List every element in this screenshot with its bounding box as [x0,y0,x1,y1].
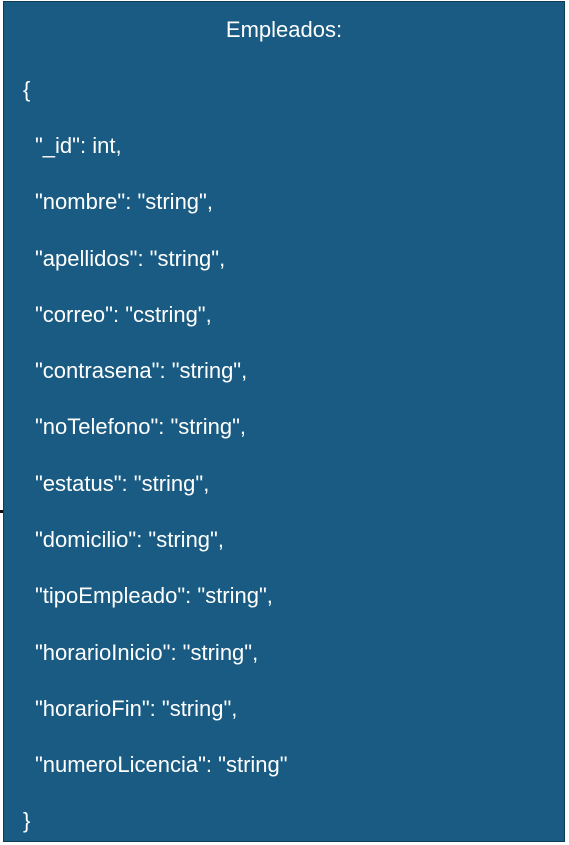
field-estatus: "estatus": "string", [35,471,210,496]
field-horarioinicio: "horarioInicio": "string", [35,640,259,665]
field-numerolicencia: "numeroLicencia": "string" [35,752,288,777]
entity-box: Empleados: { "_id": int, "nombre": "stri… [3,1,565,842]
field-horariofin: "horarioFin": "string", [35,696,238,721]
field-domicilio: "domicilio": "string", [35,527,224,552]
field-correo: "correo": "cstring", [35,302,212,327]
field-notelefono: "noTelefono": "string", [35,414,247,439]
entity-title: Empleados: [225,17,343,42]
open-brace: { [23,77,31,102]
field-nombre: "nombre": "string", [35,189,213,214]
field-tipoempleado: "tipoEmpleado": "string", [35,583,273,608]
close-brace: } [23,808,31,833]
field-id: "_id": int, [35,133,122,158]
field-apellidos: "apellidos": "string", [35,246,226,271]
field-contrasena: "contrasena": "string", [35,358,248,383]
